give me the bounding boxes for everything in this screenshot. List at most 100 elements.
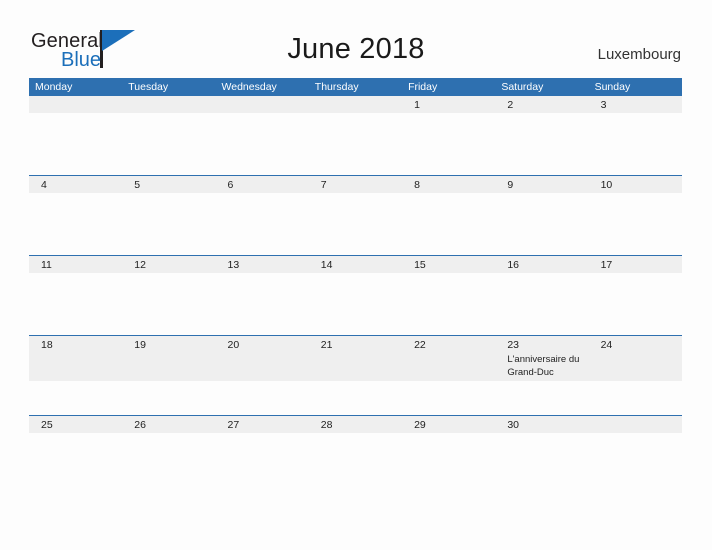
calendar-week-inner: 18 19 20 21 22 23 L'anniversaire du Grand-Duc 2… bbox=[29, 336, 682, 415]
calendar-day-cell[interactable]: 16 bbox=[495, 256, 589, 335]
calendar-day-cell[interactable]: 6 bbox=[215, 176, 309, 255]
weekday-header-thursday: Thursday bbox=[314, 81, 359, 93]
calendar-day-cell[interactable]: 9 bbox=[495, 176, 589, 255]
day-content: 16 bbox=[501, 256, 588, 272]
day-number: 10 bbox=[600, 179, 613, 191]
day-number: 29 bbox=[414, 419, 426, 431]
day-number: 9 bbox=[507, 179, 514, 191]
calendar-day-cell[interactable]: 26 bbox=[122, 416, 216, 495]
calendar-week-inner: 25 26 27 28 29 30 bbox=[29, 416, 682, 495]
calendar-weeks: 1 2 3 4 5 6 7 8 9 10 11 12 13 14 15 16 17 18 19 20 21 22 23 L'a… bbox=[29, 96, 682, 495]
day-content: 24 bbox=[595, 336, 682, 352]
day-content bbox=[595, 416, 682, 419]
day-number: 18 bbox=[41, 339, 53, 351]
calendar-day-cell[interactable] bbox=[308, 96, 403, 175]
calendar-day-cell[interactable]: 4 bbox=[29, 176, 123, 255]
calendar-day-cell[interactable]: 3 bbox=[588, 96, 682, 175]
calendar-day-cell[interactable]: 20 bbox=[215, 336, 309, 415]
calendar-day-cell[interactable]: 21 bbox=[308, 336, 403, 415]
calendar-day-cell[interactable]: 7 bbox=[308, 176, 403, 255]
day-number: 14 bbox=[320, 259, 333, 271]
day-event-label: L'anniversaire du Grand-Duc bbox=[507, 354, 580, 378]
weekday-header-sunday: Sunday bbox=[594, 81, 631, 93]
day-number: 21 bbox=[320, 339, 333, 351]
day-number: 5 bbox=[134, 179, 141, 191]
calendar-day-cell[interactable]: 24 bbox=[588, 336, 682, 415]
calendar-day-cell[interactable]: 27 bbox=[215, 416, 309, 495]
day-content: 28 bbox=[315, 416, 402, 432]
day-content: 27 bbox=[222, 416, 309, 432]
day-number: 19 bbox=[134, 339, 146, 351]
calendar-day-cell[interactable]: 1 bbox=[402, 96, 496, 175]
day-content: 21 bbox=[315, 336, 402, 352]
calendar-week-row: 4 5 6 7 8 9 10 bbox=[29, 175, 682, 255]
day-content: 10 bbox=[595, 176, 682, 192]
day-number: 13 bbox=[227, 259, 240, 271]
day-content: 19 bbox=[128, 336, 215, 352]
calendar-day-cell[interactable]: 15 bbox=[402, 256, 496, 335]
calendar-week-inner: 4 5 6 7 8 9 10 bbox=[29, 176, 682, 255]
day-content: 6 bbox=[222, 176, 309, 192]
day-number: 20 bbox=[227, 339, 240, 351]
weekday-header-saturday: Saturday bbox=[501, 81, 544, 93]
day-number: 2 bbox=[507, 99, 514, 111]
day-content bbox=[128, 96, 215, 99]
day-number: 4 bbox=[41, 179, 47, 191]
day-content: 11 bbox=[35, 256, 122, 272]
calendar-week-row: 18 19 20 21 22 23 L'anniversaire du Grand-Duc 2… bbox=[29, 335, 682, 415]
calendar-week-row: 1 2 3 bbox=[29, 96, 682, 175]
day-content: 17 bbox=[595, 256, 682, 272]
calendar-day-cell[interactable] bbox=[29, 96, 123, 175]
weekday-header-wednesday: Wednesday bbox=[221, 81, 277, 93]
calendar-day-cell[interactable]: 2 bbox=[495, 96, 589, 175]
calendar-day-cell[interactable]: 28 bbox=[308, 416, 403, 495]
day-content: 8 bbox=[408, 176, 495, 192]
calendar-day-cell[interactable]: 18 bbox=[29, 336, 123, 415]
calendar-day-cell[interactable]: 10 bbox=[588, 176, 682, 255]
weekday-header-tuesday: Tuesday bbox=[128, 81, 169, 93]
day-number: 30 bbox=[507, 419, 520, 431]
calendar-day-cell[interactable]: 29 bbox=[402, 416, 496, 495]
calendar-week-row: 25 26 27 28 29 30 bbox=[29, 415, 682, 495]
calendar-day-cell[interactable]: 11 bbox=[29, 256, 123, 335]
day-number: 22 bbox=[414, 339, 426, 351]
calendar-week-row: 11 12 13 14 15 16 17 bbox=[29, 255, 682, 335]
day-content: 30 bbox=[501, 416, 588, 432]
calendar-day-cell[interactable]: 5 bbox=[122, 176, 216, 255]
location-label: Luxembourg bbox=[597, 46, 681, 63]
day-content bbox=[315, 96, 402, 99]
calendar-grid: Monday Tuesday Wednesday Thursday Friday… bbox=[29, 78, 682, 495]
day-number: 25 bbox=[41, 419, 53, 431]
day-content: 2 bbox=[501, 96, 588, 112]
day-content: 12 bbox=[128, 256, 215, 272]
day-number: 27 bbox=[227, 419, 240, 431]
day-number: 17 bbox=[600, 259, 613, 271]
day-number: 24 bbox=[600, 339, 613, 351]
calendar-day-cell[interactable]: 30 bbox=[495, 416, 589, 495]
day-content: 14 bbox=[315, 256, 402, 272]
day-number: 15 bbox=[414, 259, 426, 271]
calendar-day-cell[interactable] bbox=[588, 416, 682, 495]
calendar-day-cell[interactable]: 13 bbox=[215, 256, 309, 335]
calendar-day-cell[interactable]: 23 L'anniversaire du Grand-Duc bbox=[495, 336, 589, 415]
day-number: 28 bbox=[320, 419, 333, 431]
calendar-day-cell[interactable]: 12 bbox=[122, 256, 216, 335]
day-number: 12 bbox=[134, 259, 146, 271]
day-content: 26 bbox=[128, 416, 215, 432]
day-content: 9 bbox=[501, 176, 588, 192]
weekday-header-row: Monday Tuesday Wednesday Thursday Friday… bbox=[29, 78, 682, 96]
day-number: 16 bbox=[507, 259, 520, 271]
day-content: 4 bbox=[35, 176, 122, 192]
calendar-day-cell[interactable]: 8 bbox=[402, 176, 496, 255]
calendar-day-cell[interactable] bbox=[122, 96, 216, 175]
calendar-day-cell[interactable]: 17 bbox=[588, 256, 682, 335]
calendar-day-cell[interactable]: 25 bbox=[29, 416, 123, 495]
calendar-day-cell[interactable] bbox=[215, 96, 309, 175]
day-content: 20 bbox=[222, 336, 309, 352]
day-content: 18 bbox=[35, 336, 122, 352]
calendar-day-cell[interactable]: 22 bbox=[402, 336, 496, 415]
day-content: 22 bbox=[408, 336, 495, 352]
calendar-day-cell[interactable]: 19 bbox=[122, 336, 216, 415]
calendar-day-cell[interactable]: 14 bbox=[308, 256, 403, 335]
day-content bbox=[35, 96, 122, 99]
